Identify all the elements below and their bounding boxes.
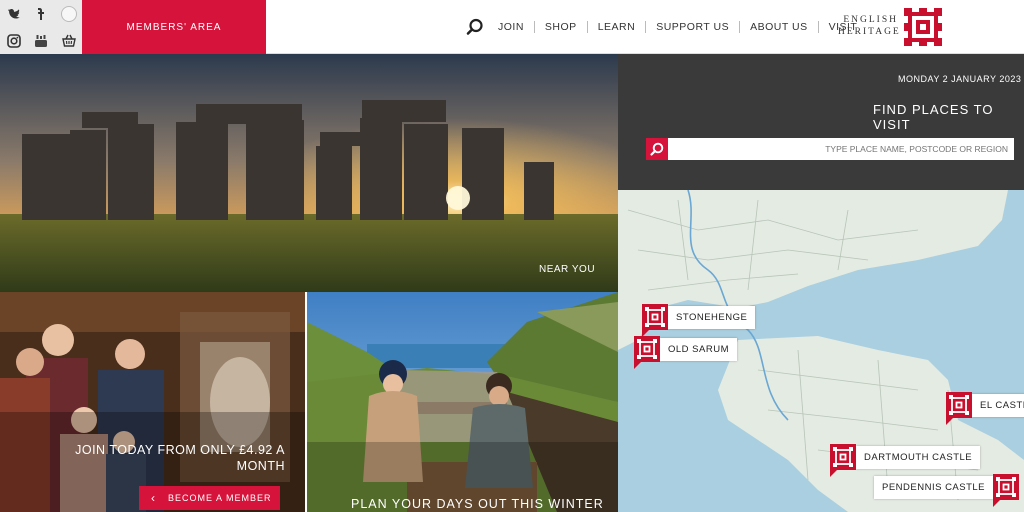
plan-days-text: PLAN YOUR DAYS OUT THIS WINTER <box>351 497 604 511</box>
place-search-input[interactable] <box>668 138 1014 160</box>
nav-about-us[interactable]: ABOUT US <box>739 21 817 33</box>
logo-line-1: ENGLISH <box>843 15 898 25</box>
hero-label: NEAR YOU <box>539 264 596 275</box>
find-places-title: FIND PLACES TO VISIT <box>873 102 994 132</box>
map-pin-old-sarum[interactable]: OLD SARUM <box>634 336 737 369</box>
become-member-button[interactable]: ‹ BECOME A MEMBER <box>139 486 280 510</box>
join-text: JOIN TODAY FROM ONLY £4.92 A MONTH <box>75 443 285 473</box>
place-search-button[interactable] <box>646 138 668 160</box>
map-pin-dartmouth-castle[interactable]: DARTMOUTH CASTLE <box>830 444 981 477</box>
membership-tile[interactable]: JOIN TODAY FROM ONLY £4.92 A MONTH ‹ BEC… <box>0 292 305 512</box>
map-pin-label: PENDENNIS CASTLE <box>874 475 994 499</box>
heritage-icon <box>993 474 1020 507</box>
basket-icon[interactable] <box>55 27 82 54</box>
plan-days-image <box>307 292 618 512</box>
heritage-icon <box>634 336 660 369</box>
page: MEMBERS' AREA JOIN SHOP LEARN SUPPORT US… <box>0 0 1024 512</box>
places-map[interactable]: STONEHENGE OLD SARUM EL CASTLE DARTMOUTH… <box>618 190 1024 512</box>
find-places-panel: MONDAY 2 JANUARY 2023 FIND PLACES TO VIS… <box>618 54 1024 190</box>
map-pin-label: DARTMOUTH CASTLE <box>856 445 981 469</box>
logo-text: ENGLISH HERITAGE <box>838 14 901 38</box>
become-member-label: BECOME A MEMBER <box>168 493 272 503</box>
twitter-icon[interactable] <box>0 0 27 27</box>
nav-support-us[interactable]: SUPPORT US <box>645 21 739 33</box>
logo-line-2: HERITAGE <box>838 27 901 37</box>
search-icon <box>650 142 664 156</box>
hero-stonehenge-image[interactable]: NEAR YOU <box>0 54 618 292</box>
current-date: MONDAY 2 JANUARY 2023 <box>898 74 1022 84</box>
nav-shop[interactable]: SHOP <box>533 21 587 33</box>
heritage-icon <box>830 444 856 477</box>
members-area-button[interactable]: MEMBERS' AREA <box>82 0 266 54</box>
english-heritage-logo[interactable]: ENGLISH HERITAGE <box>838 8 946 46</box>
facebook-icon[interactable] <box>27 0 54 27</box>
heritage-icon <box>946 392 972 425</box>
nav-learn[interactable]: LEARN <box>586 21 646 33</box>
map-pin-stonehenge[interactable]: STONEHENGE <box>642 304 756 337</box>
chevron-left-icon: ‹ <box>151 491 156 505</box>
heritage-icon <box>642 304 668 337</box>
logo-mark-icon <box>904 8 942 46</box>
main-nav: JOIN SHOP LEARN SUPPORT US ABOUT US VISI… <box>488 17 867 37</box>
map-pin-label: EL CASTLE <box>972 393 1024 417</box>
members-area-label: MEMBERS' AREA <box>126 21 222 33</box>
site-header: MEMBERS' AREA JOIN SHOP LEARN SUPPORT US… <box>0 0 1024 54</box>
search-icon[interactable] <box>465 17 485 37</box>
map-pin-label: STONEHENGE <box>668 305 756 329</box>
plan-days-tile[interactable]: PLAN YOUR DAYS OUT THIS WINTER <box>307 292 618 512</box>
youtube-icon[interactable] <box>27 27 54 54</box>
nav-join[interactable]: JOIN <box>488 21 534 33</box>
map-pin-label: OLD SARUM <box>660 337 737 361</box>
membership-family-image <box>0 292 305 512</box>
blank-circle <box>55 0 82 27</box>
map-pin-el-castle[interactable]: EL CASTLE <box>946 392 1024 425</box>
instagram-icon[interactable] <box>0 27 27 54</box>
social-links <box>0 0 82 54</box>
map-pin-pendennis-castle[interactable]: PENDENNIS CASTLE <box>874 474 1020 507</box>
